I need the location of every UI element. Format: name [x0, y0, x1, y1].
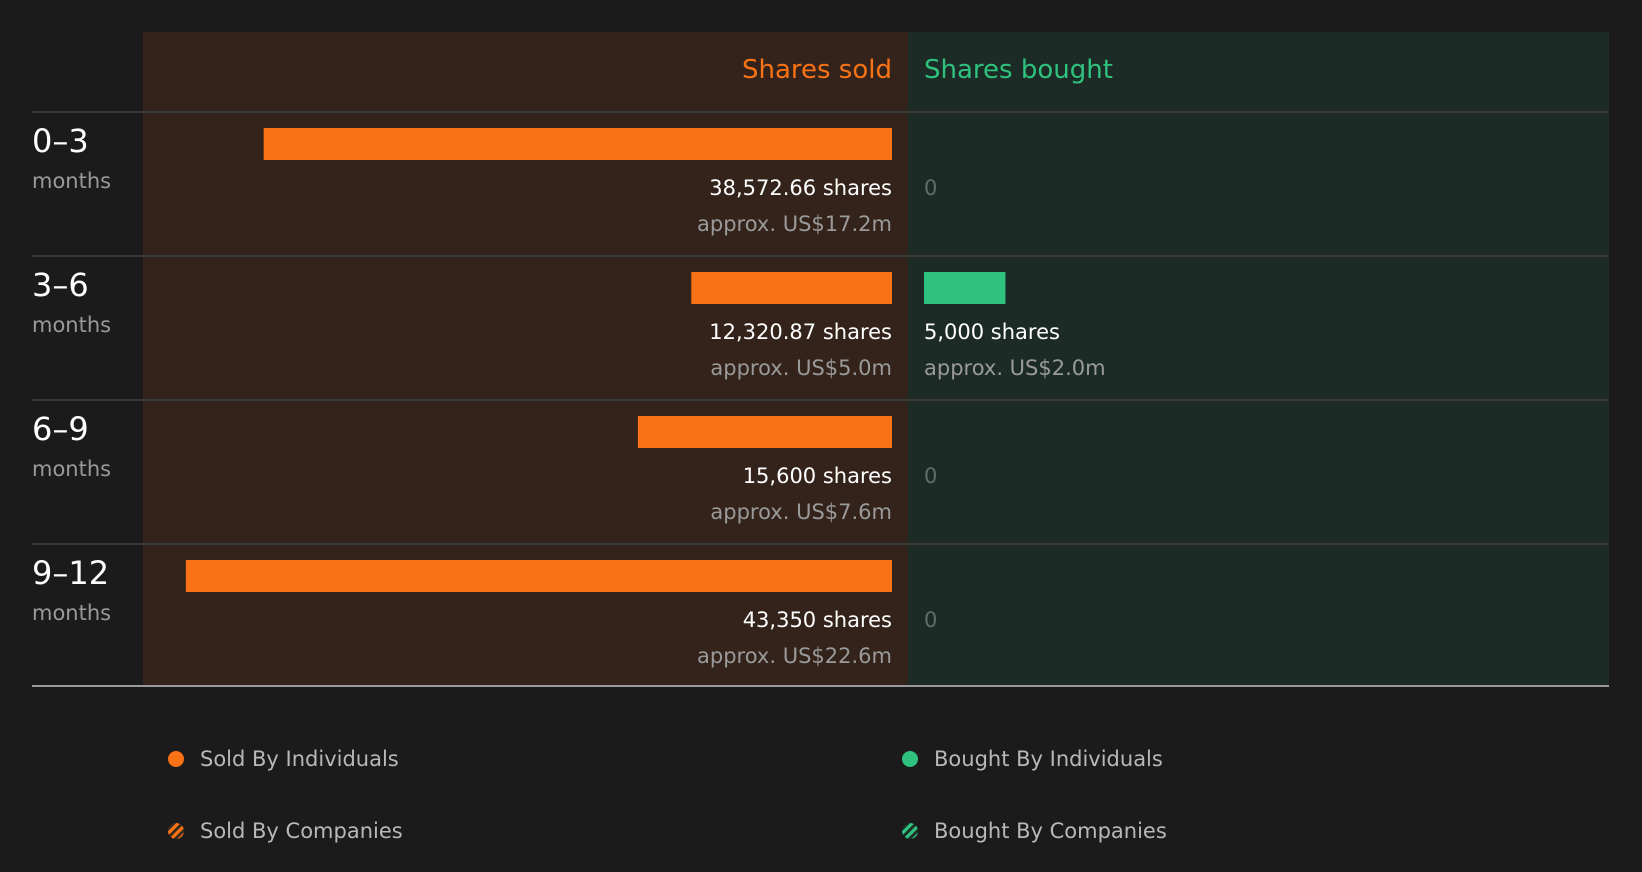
period-unit-label: months: [32, 169, 111, 193]
bought-shares-label: 0: [924, 176, 937, 200]
sold-shares-label: 38,572.66 shares: [709, 176, 892, 200]
legend-item-sold-companies: Sold By Companies: [168, 819, 403, 843]
sold-shares-label: 15,600 shares: [743, 464, 892, 488]
bought-value-label: approx. US$2.0m: [924, 356, 1106, 380]
header-shares-sold: Shares sold: [742, 55, 892, 85]
bought-shares-label: 0: [924, 608, 937, 632]
sold-value-label: approx. US$17.2m: [697, 212, 892, 236]
sold-value-label: approx. US$22.6m: [697, 644, 892, 668]
chart-legend: Sold By Individuals Bought By Individual…: [0, 700, 1642, 872]
sold-shares-label: 43,350 shares: [743, 608, 892, 632]
header-shares-bought: Shares bought: [924, 55, 1113, 85]
legend-label: Sold By Individuals: [200, 747, 399, 771]
legend-label: Sold By Companies: [200, 819, 403, 843]
period-unit-label: months: [32, 313, 111, 337]
sold-bar: [185, 560, 893, 592]
insider-trading-chart: Shares sold Shares bought 0–3 months 38,572.…: [32, 32, 1609, 687]
bought-bar: [924, 272, 1006, 304]
sold-bar: [691, 272, 892, 304]
legend-label: Bought By Individuals: [934, 747, 1163, 771]
legend-swatch-solid-green: [902, 751, 918, 767]
period-label: 6–9: [32, 410, 89, 448]
sold-bar: [637, 416, 892, 448]
period-label: 3–6: [32, 266, 89, 304]
period-label: 9–12: [32, 554, 109, 592]
sold-shares-label: 12,320.87 shares: [709, 320, 892, 344]
period-unit-label: months: [32, 601, 111, 625]
legend-swatch-hatched-orange: [168, 823, 184, 839]
period-label: 0–3: [32, 122, 89, 160]
legend-swatch-hatched-green: [902, 823, 918, 839]
bought-shares-label: 0: [924, 464, 937, 488]
legend-item-sold-individuals: Sold By Individuals: [168, 747, 399, 771]
legend-item-bought-companies: Bought By Companies: [902, 819, 1167, 843]
bought-shares-label: 5,000 shares: [924, 320, 1060, 344]
sold-bar: [263, 128, 892, 160]
sold-value-label: approx. US$5.0m: [710, 356, 892, 380]
legend-label: Bought By Companies: [934, 819, 1167, 843]
sold-value-label: approx. US$7.6m: [710, 500, 892, 524]
legend-item-bought-individuals: Bought By Individuals: [902, 747, 1163, 771]
period-unit-label: months: [32, 457, 111, 481]
legend-swatch-solid-orange: [168, 751, 184, 767]
